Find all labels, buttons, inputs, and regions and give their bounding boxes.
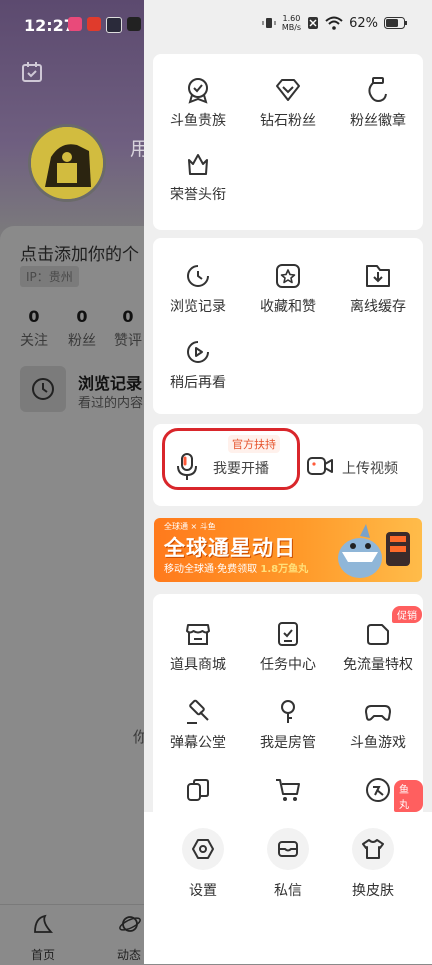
messages-button[interactable]: 私信	[258, 828, 318, 900]
favorites-button[interactable]: 收藏和赞	[243, 262, 333, 316]
services-card: 道具商城 任务中心 免流量特权 促销 弹幕公堂 我是房管 斗鱼游戏 鱼丸	[153, 594, 423, 824]
banner-brand: 全球通 × 斗鱼	[164, 522, 216, 531]
free-data-icon	[364, 620, 392, 648]
gamepad-icon	[364, 698, 392, 726]
mail-icon	[106, 17, 122, 33]
avatar[interactable]	[28, 124, 106, 202]
cart-icon	[274, 776, 302, 804]
free-data-button[interactable]: 免流量特权	[333, 620, 423, 674]
status-indicators: 1.60 MB/s 62%	[262, 14, 408, 32]
history-clock-icon[interactable]	[20, 366, 66, 412]
noble-button[interactable]: 斗鱼贵族	[153, 76, 243, 130]
bio-prompt[interactable]: 点击添加你的个	[20, 240, 139, 265]
upload-video-button[interactable]: 上传视频	[304, 440, 420, 492]
room-admin-button[interactable]: 我是房管	[243, 698, 333, 752]
app-notify-icon	[87, 17, 101, 31]
message-icon	[267, 828, 309, 870]
browse-history-button[interactable]: 浏览记录	[153, 262, 243, 316]
change-skin-button[interactable]: 换皮肤	[343, 828, 403, 900]
fan-badge-button[interactable]: 粉丝徽章	[333, 76, 423, 130]
yuwan-icon	[364, 776, 392, 804]
tab-dynamic[interactable]: 动态	[117, 946, 141, 963]
ip-location: IP：贵州	[20, 266, 79, 287]
noble-medal-icon	[184, 76, 212, 104]
video-camera-icon	[306, 454, 334, 478]
diamond-icon	[274, 76, 302, 104]
watch-later-icon	[184, 338, 212, 366]
task-center-button[interactable]: 任务中心	[243, 620, 333, 674]
stat-following[interactable]: 0 关注	[14, 307, 54, 350]
download-icon	[364, 262, 392, 290]
privilege-card: 斗鱼贵族 钻石粉丝 粉丝徽章 荣誉头衔	[153, 54, 423, 230]
net-speed: 1.60 MB/s	[281, 14, 302, 32]
vibrate-icon	[262, 16, 276, 30]
battery-percent: 62%	[349, 15, 378, 31]
banner-title: 全球通星动日	[164, 536, 296, 560]
official-support-badge: 官方扶持	[228, 435, 280, 453]
battery-icon	[384, 17, 408, 29]
douyu-games-button[interactable]: 斗鱼游戏	[333, 698, 423, 752]
banner-subtitle: 移动全球通·免费领取 1.8万鱼丸	[164, 564, 309, 575]
side-drawer: 1.60 MB/s 62% 斗鱼贵族 钻石粉丝 粉丝徽章 荣誉头衔 浏览记录 收…	[144, 0, 432, 964]
watch-later-button[interactable]: 稍后再看	[153, 338, 243, 392]
wifi-icon	[325, 16, 343, 30]
offline-cache-button[interactable]: 离线缓存	[333, 262, 423, 316]
microphone-icon	[175, 452, 199, 482]
cart-button[interactable]	[243, 776, 333, 804]
skin-shirt-icon	[352, 828, 394, 870]
crown-icon	[184, 150, 212, 178]
settings-icon	[182, 828, 224, 870]
settings-button[interactable]: 设置	[173, 828, 233, 900]
task-icon	[274, 620, 302, 648]
upload-video-label: 上传视频	[342, 461, 398, 477]
shop-icon	[184, 620, 212, 648]
fan-badge-icon	[364, 76, 392, 104]
gavel-icon	[184, 698, 212, 726]
content-card: 浏览记录 收藏和赞 离线缓存 稍后再看	[153, 238, 423, 414]
prop-shop-button[interactable]: 道具商城	[153, 620, 243, 674]
promo-banner[interactable]: 全球通 × 斗鱼 全球通星动日 移动全球通·免费领取 1.8万鱼丸	[154, 518, 422, 582]
honor-title-button[interactable]: 荣誉头衔	[153, 150, 243, 204]
key-icon	[274, 698, 302, 726]
history-clock-icon	[184, 262, 212, 290]
yuwan-badge: 鱼丸	[394, 780, 423, 812]
notification-icons	[68, 17, 141, 33]
app-notify-icon	[68, 17, 82, 31]
history-subtitle: 看过的内容	[78, 396, 144, 411]
no-sim-icon	[307, 16, 319, 30]
planet-icon[interactable]	[118, 912, 142, 936]
home-icon[interactable]	[31, 912, 55, 936]
stat-likes[interactable]: 0 赞评	[108, 307, 148, 350]
app-notify-icon	[127, 17, 141, 31]
copy-icon	[184, 776, 212, 804]
calendar-icon[interactable]	[21, 61, 43, 83]
stat-fans[interactable]: 0 粉丝	[62, 307, 102, 350]
copy-service-button[interactable]	[153, 776, 243, 804]
promo-badge: 促销	[392, 606, 422, 623]
shark-mascot-icon	[320, 522, 420, 580]
diamond-fan-button[interactable]: 钻石粉丝	[243, 76, 333, 130]
danmu-court-button[interactable]: 弹幕公堂	[153, 698, 243, 752]
history-title[interactable]: 浏览记录	[78, 370, 142, 394]
favorite-star-icon	[274, 262, 302, 290]
tab-home[interactable]: 首页	[31, 946, 55, 963]
start-live-label: 我要开播	[213, 461, 269, 477]
